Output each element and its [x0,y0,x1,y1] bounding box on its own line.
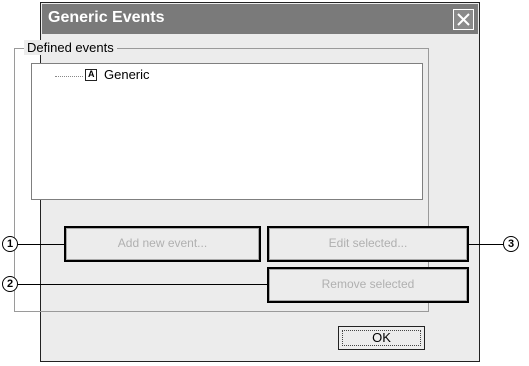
remove-selected-button[interactable]: Remove selected [267,267,469,303]
callout-2-line [18,284,269,285]
add-new-event-button[interactable]: Add new event... [64,226,261,262]
edit-selected-button[interactable]: Edit selected... [267,226,469,262]
callout-3: 3 [503,236,519,252]
callout-3-line [467,244,503,245]
tree-item-generic[interactable]: Generic [104,67,150,82]
group-label: Defined events [24,40,117,55]
close-button[interactable] [453,9,474,30]
title-bar[interactable]: Generic Events [42,4,478,34]
close-icon [457,13,470,26]
ok-label: OK [372,330,391,345]
event-icon: A [85,69,97,81]
tree-connector [55,76,83,77]
callout-2: 2 [2,276,18,292]
window-title: Generic Events [48,9,165,26]
callout-1: 1 [2,236,18,252]
callout-1-line [18,244,66,245]
ok-button[interactable]: OK [338,326,425,350]
events-tree[interactable]: A Generic [31,63,423,200]
